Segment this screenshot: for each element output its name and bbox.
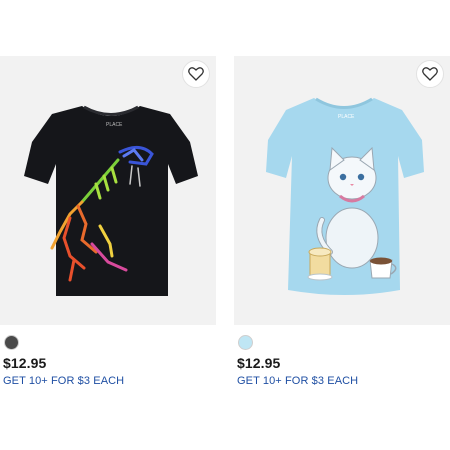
svg-text:PLACE: PLACE bbox=[106, 122, 123, 128]
favorite-button[interactable] bbox=[416, 60, 444, 88]
product-card[interactable]: PLACE $12.95 GET 10+ FOR $3 EACH bbox=[234, 56, 450, 387]
product-price: $12.95 bbox=[237, 355, 281, 371]
promo-link[interactable]: GET 10+ FOR $3 EACH bbox=[237, 375, 450, 387]
color-swatch[interactable] bbox=[238, 335, 253, 350]
color-swatch[interactable] bbox=[4, 335, 19, 350]
product-card[interactable]: PLACE $12.95 GET 10+ FOR $3 EACH bbox=[0, 56, 216, 387]
product-image[interactable]: PLACE bbox=[0, 56, 216, 325]
promo-link[interactable]: GET 10+ FOR $3 EACH bbox=[3, 375, 216, 387]
kitten-shirt-image: PLACE bbox=[266, 97, 424, 295]
heart-outline-icon bbox=[188, 67, 204, 81]
dinosaur-shirt-image: PLACE bbox=[24, 105, 198, 296]
product-grid: PLACE $12.95 GET 10+ FOR $3 EACH PLACE $… bbox=[0, 0, 450, 450]
favorite-button[interactable] bbox=[182, 60, 210, 88]
svg-text:PLACE: PLACE bbox=[338, 114, 355, 120]
product-image[interactable]: PLACE bbox=[234, 56, 450, 325]
heart-outline-icon bbox=[422, 67, 438, 81]
product-price: $12.95 bbox=[3, 355, 47, 371]
